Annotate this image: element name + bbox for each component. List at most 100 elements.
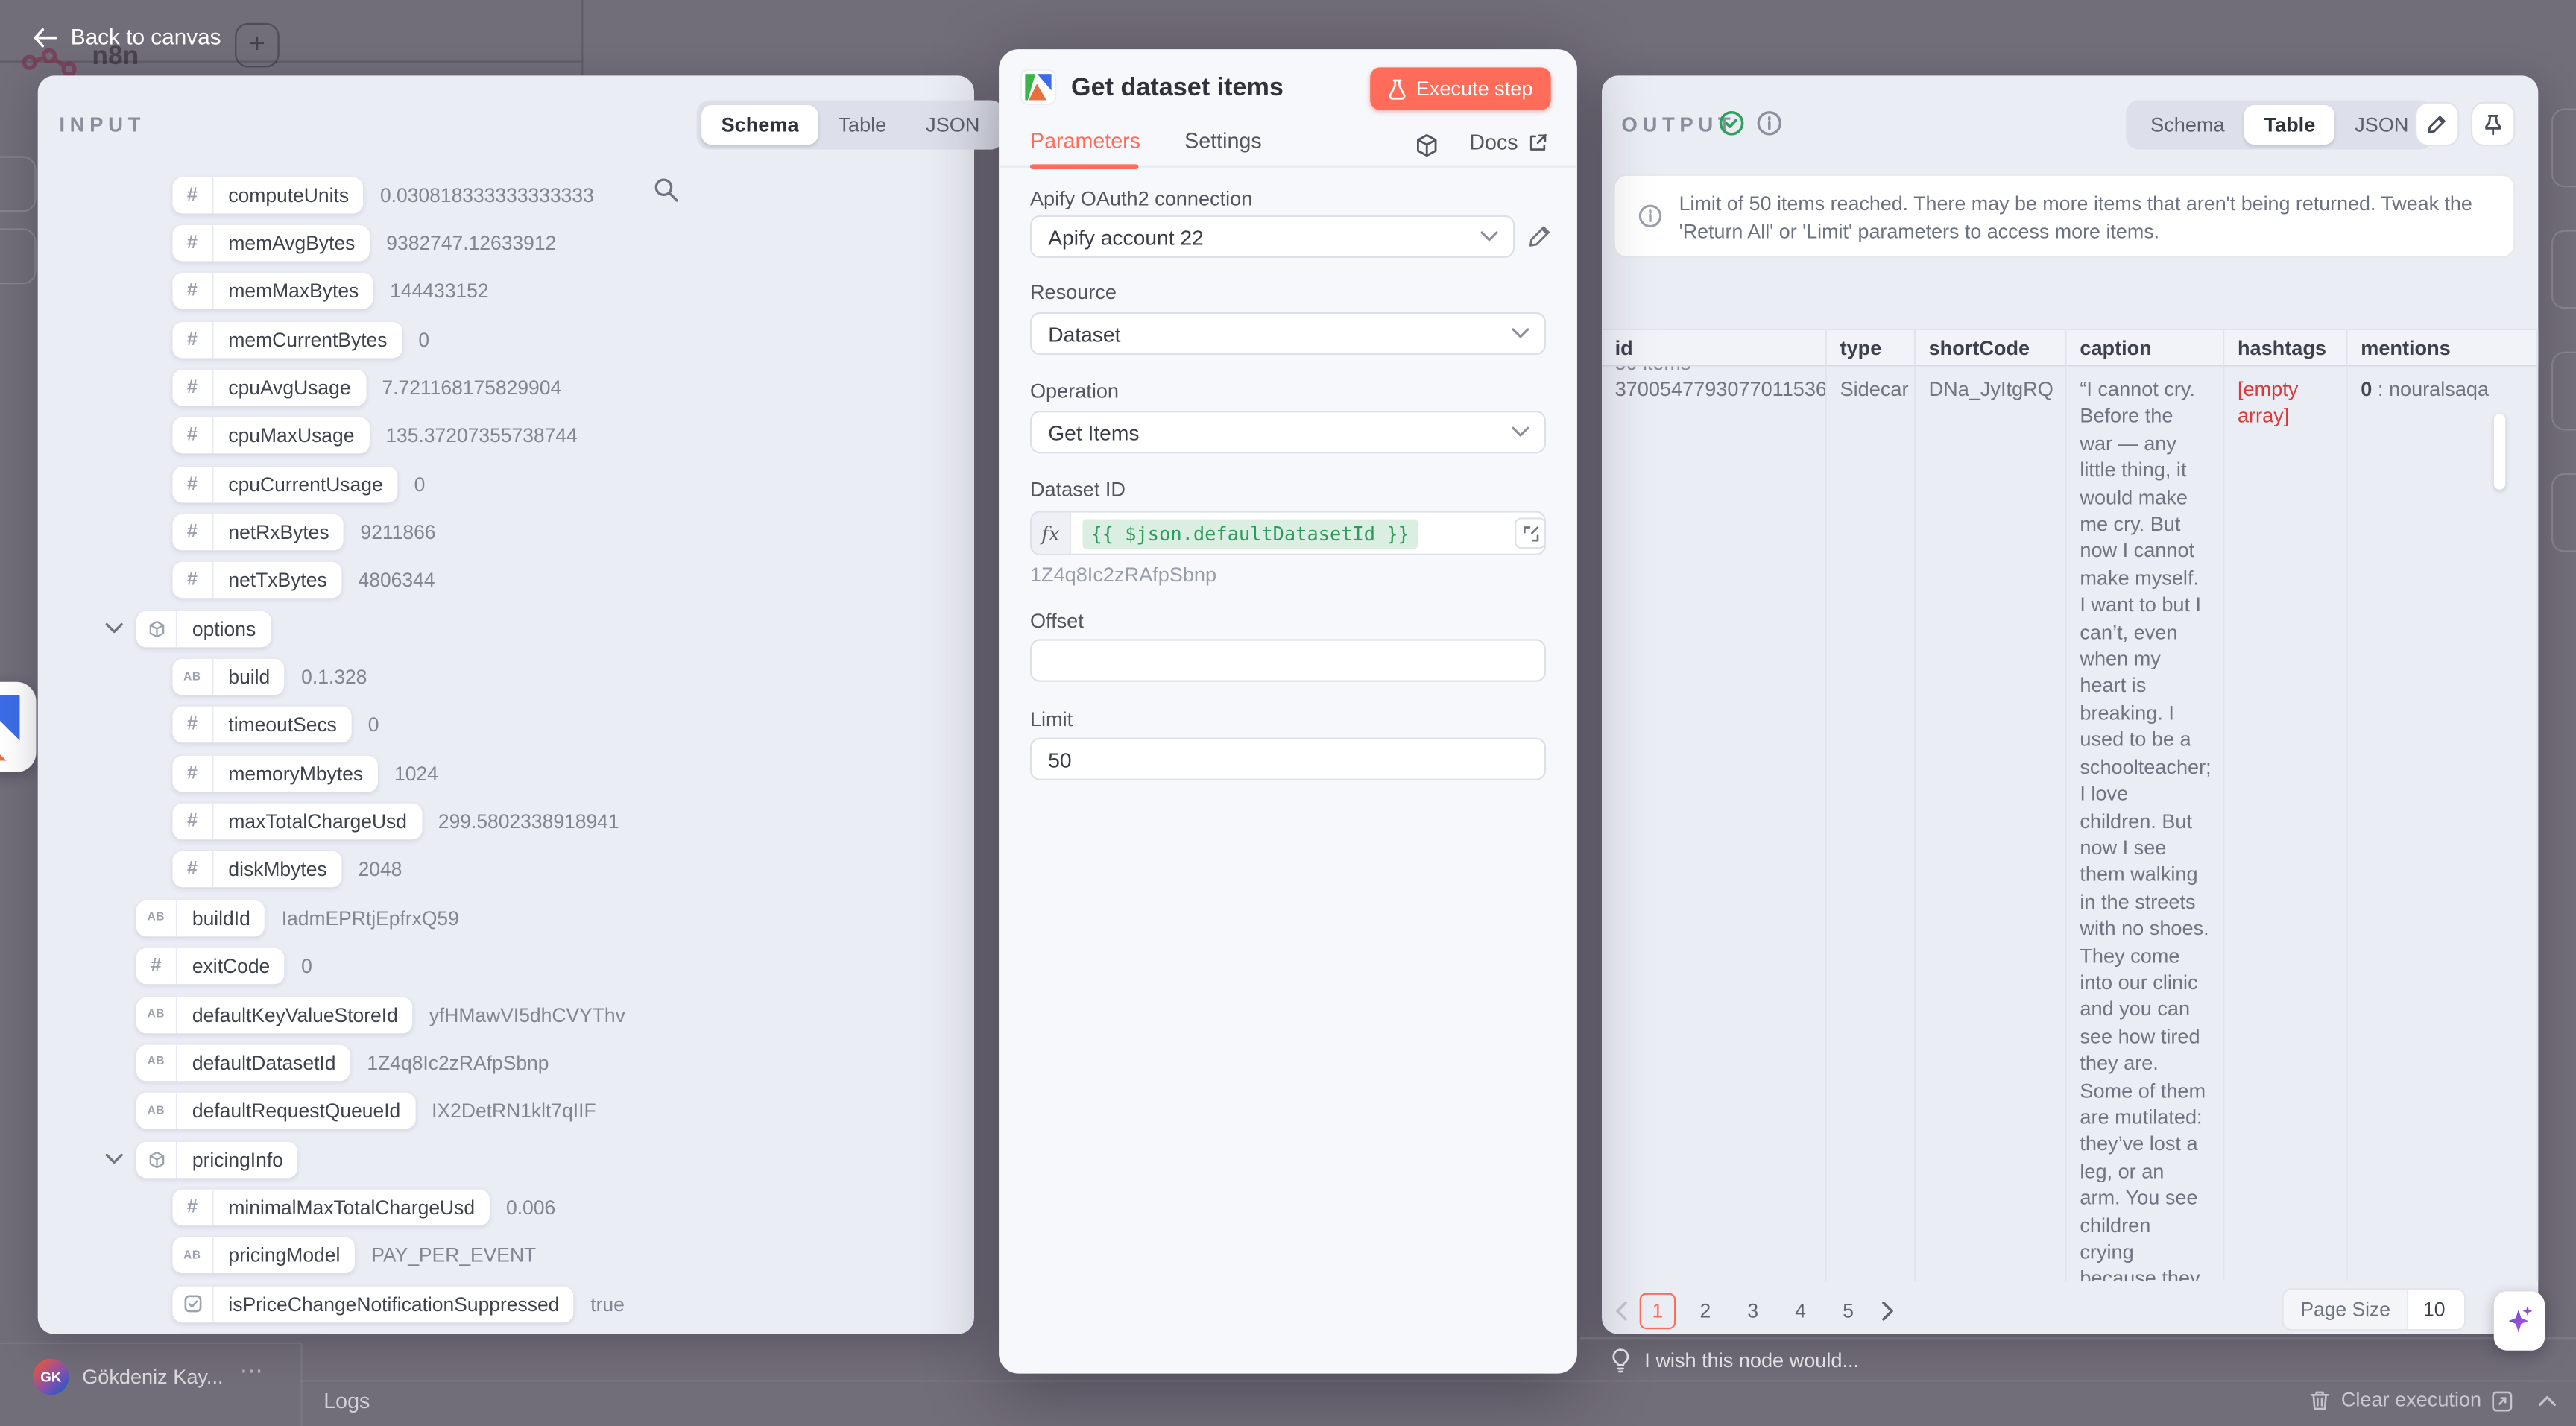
schema-row[interactable]: pricingInfo [38,1135,974,1184]
limit-input[interactable] [1030,738,1546,780]
ai-assistant-button[interactable] [2494,1291,2545,1350]
schema-row[interactable]: ABpricingModelPAY_PER_EVENT [38,1231,974,1280]
input-tab-json[interactable]: JSON [906,105,1000,145]
schema-row[interactable]: ABbuildIdIadmEPRtjEpfrxQ59 [38,894,974,942]
schema-row[interactable]: #cpuMaxUsage135.37207355738744 [38,412,974,461]
schema-key-pill[interactable]: #memAvgBytes [172,225,370,261]
edit-credential-icon[interactable] [1528,224,1553,248]
schema-key-pill[interactable]: #minimalMaxTotalChargeUsd [172,1190,490,1225]
open-expression-editor-button[interactable] [1515,517,1546,549]
clear-execution-button[interactable]: Clear execution [2310,1388,2481,1411]
collapse-logs-icon[interactable] [2538,1395,2556,1406]
schema-key-pill[interactable]: #exitCode [136,948,285,984]
schema-key-pill[interactable]: #diskMbytes [172,852,341,888]
user-menu-button[interactable]: ⋯ [240,1357,265,1385]
tab-parameters[interactable]: Parameters [1030,128,1140,153]
page-button-5[interactable]: 5 [1830,1293,1866,1329]
chevron-down-icon[interactable] [100,623,126,634]
schema-row[interactable]: ABdefaultRequestQueueIdIX2DetRN1klt7qIIF [38,1087,974,1135]
info-circle-icon[interactable] [1756,110,1782,136]
execute-step-button[interactable]: Execute step [1370,67,1551,110]
table-scrollbar[interactable] [2494,414,2505,489]
schema-key-pill[interactable]: #timeoutSecs [172,707,351,743]
column-header-caption[interactable]: caption [2067,329,2225,367]
schema-key-label: computeUnits [212,177,364,212]
tab-settings[interactable]: Settings [1184,128,1262,153]
schema-key-pill[interactable]: #cpuCurrentUsage [172,466,397,502]
cube-icon[interactable] [1415,133,1439,158]
page-button-4[interactable]: 4 [1782,1293,1818,1329]
schema-row[interactable]: #cpuCurrentUsage0 [38,460,974,508]
output-tab-table[interactable]: Table [2244,105,2335,145]
schema-key-pill[interactable]: #netRxBytes [172,514,344,550]
schema-row[interactable]: #memoryMbytes1024 [38,749,974,798]
output-tab-schema[interactable]: Schema [2131,105,2244,145]
schema-row[interactable]: #netTxBytes4806344 [38,557,974,605]
avatar[interactable]: GK [33,1359,69,1395]
schema-key-pill[interactable]: #netTxBytes [172,563,341,599]
schema-key-pill[interactable]: #memoryMbytes [172,755,378,791]
page-button-3[interactable]: 3 [1735,1293,1771,1329]
wish-input[interactable]: I wish this node would... [1610,1347,1859,1373]
schema-row[interactable]: #memCurrentBytes0 [38,315,974,364]
schema-key-pill[interactable]: isPriceChangeNotificationSuppressed [172,1286,574,1322]
docs-link[interactable]: Docs [1469,130,1547,154]
logs-label[interactable]: Logs [323,1388,370,1413]
offset-input[interactable] [1030,639,1546,681]
schema-row[interactable]: #exitCode0 [38,942,974,991]
column-header-hashtags[interactable]: hashtags [2224,329,2347,367]
schema-row[interactable]: #maxTotalChargeUsd299.5802338918941 [38,798,974,846]
input-tab-table[interactable]: Table [818,105,906,145]
schema-row[interactable]: options [38,605,974,653]
resource-select[interactable]: Dataset [1030,312,1546,355]
page-size-control[interactable]: Page Size 10 [2282,1288,2466,1331]
schema-key-pill[interactable]: ABbuildId [136,900,265,936]
credential-select[interactable]: Apify account 22 [1030,215,1515,258]
back-to-canvas-button[interactable]: Back to canvas [33,25,221,49]
next-page-icon[interactable] [1881,1302,1895,1321]
schema-key-pill[interactable]: #cpuMaxUsage [172,418,369,454]
schema-key-pill[interactable]: ABpricingModel [172,1237,355,1273]
schema-row[interactable]: ABcreatedAt2025-09-26T15:22:54.6587 [38,1328,974,1334]
schema-row[interactable]: #memAvgBytes9382747.12633912 [38,219,974,268]
page-button-1[interactable]: 1 [1640,1293,1676,1329]
schema-row[interactable]: ABbuild0.1.328 [38,653,974,701]
schema-row[interactable]: #diskMbytes2048 [38,846,974,895]
input-tab-schema[interactable]: Schema [701,105,818,145]
column-header-type[interactable]: type [1827,329,1916,367]
schema-row[interactable]: #netRxBytes9211866 [38,508,974,557]
page-size-value[interactable]: 10 [2408,1290,2464,1329]
column-header-shortCode[interactable]: shortCode [1916,329,2067,367]
expression-value[interactable]: {{ $json.defaultDatasetId }} [1082,518,1417,548]
schema-row[interactable]: ABdefaultKeyValueStoreIdyfHMawVI5dhCVYTh… [38,991,974,1039]
column-header-id[interactable]: id [1602,329,1827,367]
add-node-button[interactable]: + [235,23,280,68]
schema-row[interactable]: isPriceChangeNotificationSuppressedtrue [38,1280,974,1328]
column-header-mentions[interactable]: mentions [2348,329,2539,367]
schema-key-pill[interactable]: ABdefaultKeyValueStoreId [136,997,413,1032]
schema-key-pill[interactable]: #maxTotalChargeUsd [172,804,421,839]
prev-page-icon[interactable] [1615,1302,1629,1321]
open-panel-icon[interactable] [2490,1390,2513,1413]
page-button-2[interactable]: 2 [1688,1293,1723,1329]
schema-key-pill[interactable]: pricingInfo [136,1141,298,1177]
schema-row[interactable]: #memMaxBytes144433152 [38,268,974,316]
schema-key-pill[interactable]: #computeUnits [172,177,363,212]
schema-key-pill[interactable]: ABdefaultDatasetId [136,1044,350,1080]
chevron-down-icon[interactable] [100,1153,126,1164]
schema-key-pill[interactable]: #cpuAvgUsage [172,370,365,406]
schema-key-pill[interactable]: options [136,611,271,646]
dataset-id-expression-field[interactable]: fx {{ $json.defaultDatasetId }} [1030,511,1546,555]
schema-key-pill[interactable]: #memMaxBytes [172,274,373,309]
edit-output-button[interactable] [2415,102,2460,147]
schema-row[interactable]: #computeUnits0.030818333333333333 [38,171,974,219]
operation-select[interactable]: Get Items [1030,411,1546,453]
schema-key-pill[interactable]: #memCurrentBytes [172,321,402,357]
schema-key-pill[interactable]: ABbuild [172,659,285,695]
pin-output-button[interactable] [2471,102,2516,147]
schema-row[interactable]: ABdefaultDatasetId1Z4q8Ic2zRAfpSbnp [38,1038,974,1087]
schema-row[interactable]: #minimalMaxTotalChargeUsd0.006 [38,1183,974,1231]
schema-row[interactable]: #timeoutSecs0 [38,701,974,750]
schema-key-pill[interactable]: ABdefaultRequestQueueId [136,1093,415,1129]
schema-row[interactable]: #cpuAvgUsage7.721168175829904 [38,364,974,412]
